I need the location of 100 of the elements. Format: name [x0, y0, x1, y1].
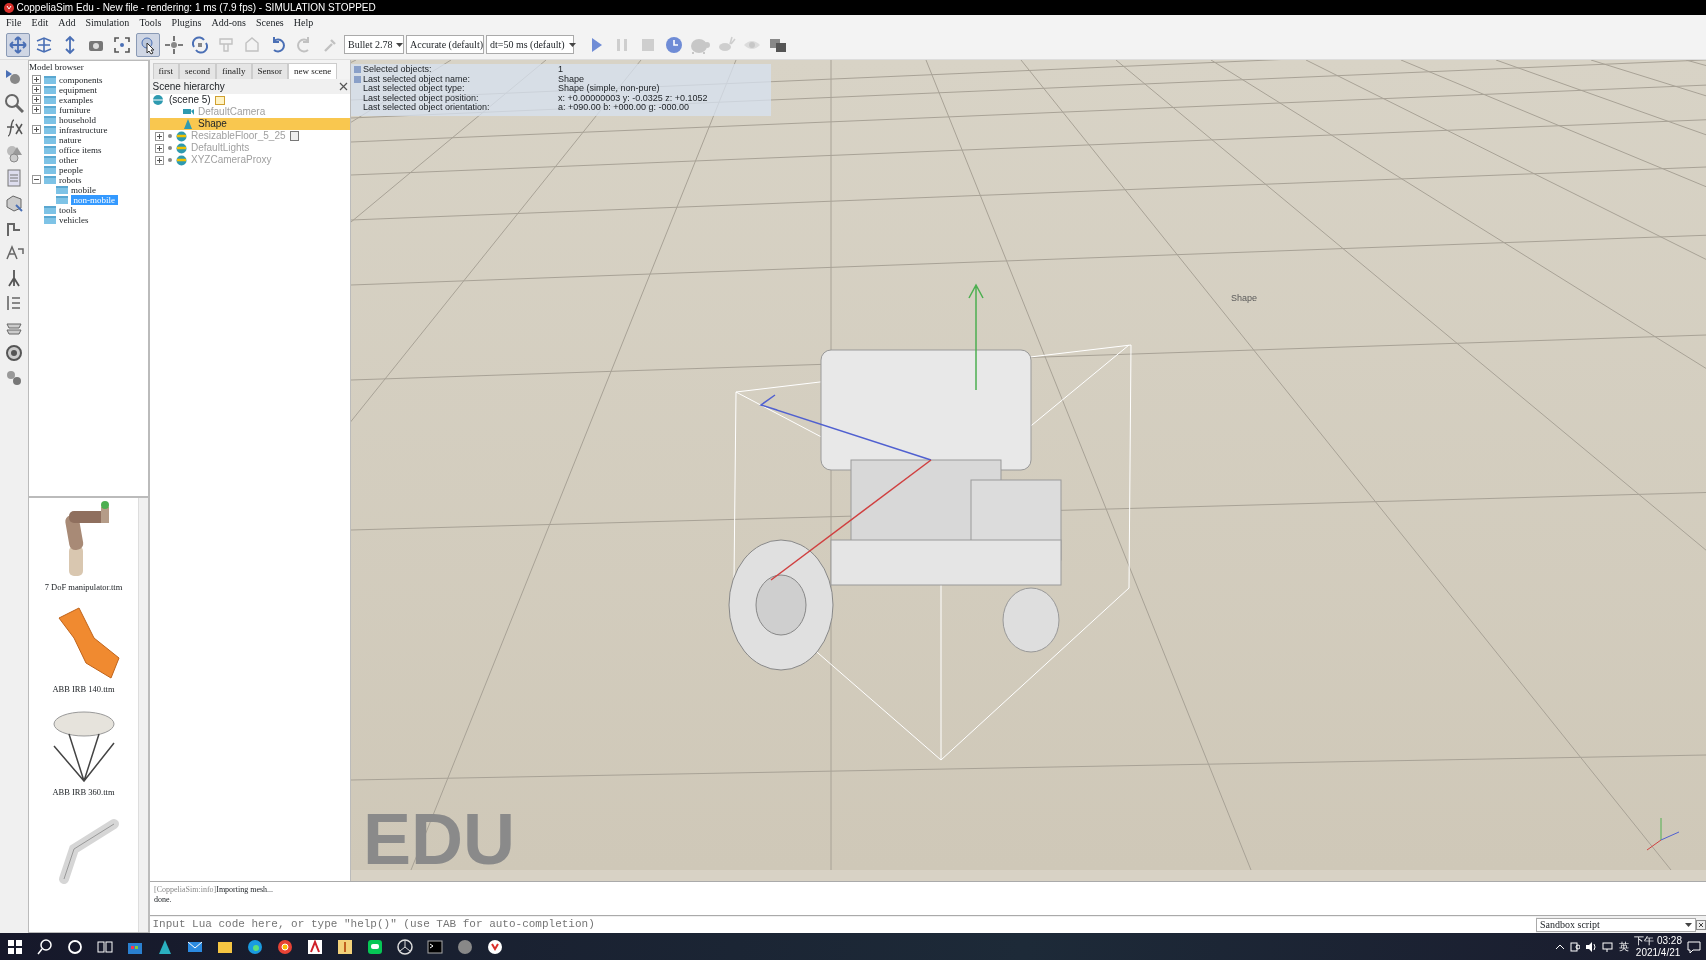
app-icon[interactable]: [306, 937, 324, 956]
caret-icon: [568, 42, 576, 47]
tree-item[interactable]: infrastructure: [59, 124, 108, 135]
tree-item[interactable]: household: [59, 114, 96, 125]
expand-icon[interactable]: [155, 155, 164, 165]
expand-icon[interactable]: [32, 125, 41, 134]
menu-item[interactable]: Scenes: [255, 15, 284, 30]
transfer-icon: [242, 34, 262, 55]
engine-dropdown[interactable]: Bullet 2.78: [344, 35, 404, 54]
tree-item[interactable]: office items: [59, 144, 102, 155]
cursor-button[interactable]: [136, 32, 160, 57]
network-icon[interactable]: [1602, 941, 1615, 952]
tree-item[interactable]: mobile: [71, 184, 96, 195]
aperture-icon[interactable]: [396, 937, 414, 956]
expand-icon[interactable]: [155, 143, 164, 153]
folder-icon: [56, 195, 68, 204]
clock-time[interactable]: 下午 03:28: [1634, 934, 1682, 947]
app-logo-icon[interactable]: [486, 937, 504, 956]
terminal-icon[interactable]: [426, 937, 444, 956]
function-icon[interactable]: [4, 118, 24, 138]
rotate-arrows-icon: [34, 34, 54, 55]
clock-date[interactable]: 2021/4/21: [1635, 946, 1681, 959]
circle-icon[interactable]: [66, 937, 84, 956]
folder-icon: [44, 145, 56, 154]
info-value: Shape (simple, non-pure): [558, 84, 660, 94]
folder-icon: [44, 205, 56, 214]
scene-tab[interactable]: second: [179, 62, 216, 79]
app-icon[interactable]: [336, 937, 354, 956]
info-value: Shape: [558, 74, 585, 84]
folder-icon: [44, 105, 56, 114]
scrollbar[interactable]: [138, 498, 148, 932]
tree-item[interactable]: furniture: [59, 104, 91, 115]
meeting-icon[interactable]: [1570, 941, 1581, 952]
tree-item[interactable]: robots: [59, 174, 82, 185]
tree-item[interactable]: people: [59, 164, 83, 175]
close-icon[interactable]: [1696, 919, 1706, 930]
scene-tab[interactable]: new scene: [288, 62, 338, 79]
speaker-icon[interactable]: [1585, 941, 1598, 952]
menu-item[interactable]: Add: [58, 15, 76, 30]
sphere-icon[interactable]: [456, 937, 474, 956]
wheel-icon[interactable]: [4, 343, 24, 363]
tree-item[interactable]: (scene 5): [169, 94, 211, 106]
collapse-icon[interactable]: [32, 175, 41, 184]
expand-icon[interactable]: [32, 75, 41, 84]
chevron-up-icon[interactable]: [1555, 943, 1566, 950]
tree-item[interactable]: equipment: [59, 84, 97, 95]
info-label: Last selected object type:: [363, 84, 466, 94]
menu-item[interactable]: Simulation: [85, 15, 130, 30]
sphere-icon: [176, 154, 187, 166]
start-icon[interactable]: [6, 937, 24, 956]
scene-tab[interactable]: finally: [216, 62, 252, 79]
expand-icon[interactable]: [32, 95, 41, 104]
info-value: a: +090.00 b: +000.00 g: -000.00: [558, 103, 690, 113]
folder-icon: [44, 165, 56, 174]
folder-icon: [56, 185, 68, 194]
scene-tab[interactable]: first: [152, 62, 179, 79]
script-dropdown[interactable]: Sandbox script: [1536, 917, 1696, 932]
shape-icon: [183, 118, 194, 130]
tree-item[interactable]: components: [59, 74, 103, 85]
menu-item[interactable]: Tools: [139, 15, 162, 30]
chat-icon[interactable]: [366, 937, 384, 956]
object-label: Shape: [1231, 292, 1258, 305]
panel-title: Scene hierarchy: [152, 80, 225, 94]
tree-item[interactable]: vehicles: [59, 214, 89, 225]
menu-item[interactable]: Add-ons: [211, 15, 246, 30]
search-icon[interactable]: [36, 937, 54, 956]
menu-item[interactable]: File: [6, 15, 22, 30]
console-line: done.: [154, 895, 173, 905]
folder-icon: [44, 115, 56, 124]
input-method[interactable]: 英: [1619, 939, 1630, 954]
info-value: x: +0.00000003 y: -0.0325 z: +0.1052: [558, 93, 708, 103]
tree-row[interactable]: Shape: [150, 118, 350, 130]
shapes-icon[interactable]: [4, 143, 24, 163]
engine-dropdown[interactable]: Accurate (default): [406, 35, 484, 54]
notification-icon[interactable]: [1687, 940, 1701, 953]
expand-icon[interactable]: [155, 131, 164, 141]
caret-icon: [1685, 922, 1692, 927]
browser-icon[interactable]: [246, 937, 264, 956]
cube-cursor-icon[interactable]: [4, 193, 24, 213]
tree-item[interactable]: nature: [59, 134, 82, 145]
lua-input-field[interactable]: Input Lua code here, or type "help()" (use TAB for auto-completion): [150, 916, 1536, 933]
expand-icon[interactable]: [32, 105, 41, 114]
move-arrows-button[interactable]: [6, 32, 30, 57]
menu-item[interactable]: Help: [293, 15, 314, 30]
close-icon[interactable]: [338, 82, 348, 91]
engine-dropdown[interactable]: dt=50 ms (default): [486, 35, 574, 54]
tree-item[interactable]: tools: [59, 204, 77, 215]
gears-icon[interactable]: [4, 368, 24, 388]
menu-item[interactable]: Plugins: [171, 15, 202, 30]
menu-item[interactable]: Edit: [31, 15, 49, 30]
tree-item[interactable]: other: [59, 154, 78, 165]
zoom-icon[interactable]: [4, 93, 24, 113]
caret-icon: [396, 42, 404, 47]
tree-item[interactable]: examples: [59, 94, 93, 105]
scene-tab[interactable]: Sensor: [251, 62, 288, 79]
browser-icon[interactable]: [276, 937, 294, 956]
expand-icon[interactable]: [32, 85, 41, 94]
app-logo-icon: [4, 2, 14, 13]
move-arrows-icon: [8, 34, 28, 55]
panel-title: Model browser: [29, 61, 85, 74]
